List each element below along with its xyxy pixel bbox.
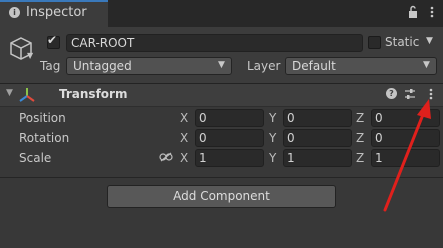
chevron-down-icon[interactable]: ▼	[426, 36, 433, 46]
axis-x-label[interactable]: X	[180, 111, 188, 125]
component-title: Transform	[59, 87, 128, 101]
axis-x-label[interactable]: X	[180, 131, 188, 145]
checkmark-icon: ✔	[47, 33, 58, 47]
unlinked-chain-icon[interactable]	[159, 152, 173, 162]
foldout-arrow-icon[interactable]: ▼	[6, 88, 13, 98]
presets-icon[interactable]	[404, 87, 416, 101]
context-menu-icon[interactable]	[428, 87, 434, 101]
axis-x-label[interactable]: X	[180, 151, 188, 165]
chevron-down-icon: ▼	[218, 60, 225, 70]
position-label: Position	[19, 111, 66, 125]
rotation-y-field[interactable]: 0	[283, 129, 352, 147]
divider	[0, 177, 443, 178]
transform-icon	[19, 88, 35, 102]
axis-y-label[interactable]: Y	[269, 131, 276, 145]
position-z-field[interactable]: 0	[371, 109, 440, 127]
layer-label: Layer	[247, 59, 281, 73]
scale-y-field[interactable]: 1	[283, 149, 352, 167]
position-y-field[interactable]: 0	[283, 109, 352, 127]
help-icon[interactable]: ?	[386, 88, 397, 99]
add-component-button[interactable]: Add Component	[107, 185, 336, 208]
gameobject-name-field[interactable]: CAR-ROOT	[66, 34, 363, 52]
scale-label: Scale	[19, 151, 52, 165]
rotation-label: Rotation	[19, 131, 70, 145]
position-x-field[interactable]: 0	[195, 109, 264, 127]
more-vertical-icon[interactable]	[428, 4, 436, 20]
axis-y-label[interactable]: Y	[269, 151, 276, 165]
axis-z-label[interactable]: Z	[356, 151, 364, 165]
tag-dropdown[interactable]: Untagged	[66, 57, 232, 75]
tag-label: Tag	[40, 59, 61, 73]
rotation-x-field[interactable]: 0	[195, 129, 264, 147]
chevron-down-icon[interactable]: ▼	[27, 51, 33, 60]
tab-title: Inspector	[26, 5, 87, 20]
chevron-down-icon: ▼	[423, 60, 430, 70]
static-label: Static	[385, 35, 420, 49]
axis-z-label[interactable]: Z	[356, 131, 364, 145]
static-checkbox[interactable]	[368, 36, 381, 49]
info-icon: i	[9, 7, 20, 18]
scale-x-field[interactable]: 1	[195, 149, 264, 167]
axis-z-label[interactable]: Z	[356, 111, 364, 125]
rotation-z-field[interactable]: 0	[371, 129, 440, 147]
scale-z-field[interactable]: 1	[371, 149, 440, 167]
lock-icon[interactable]	[407, 4, 419, 20]
layer-dropdown[interactable]: Default	[285, 57, 437, 75]
axis-y-label[interactable]: Y	[269, 111, 276, 125]
